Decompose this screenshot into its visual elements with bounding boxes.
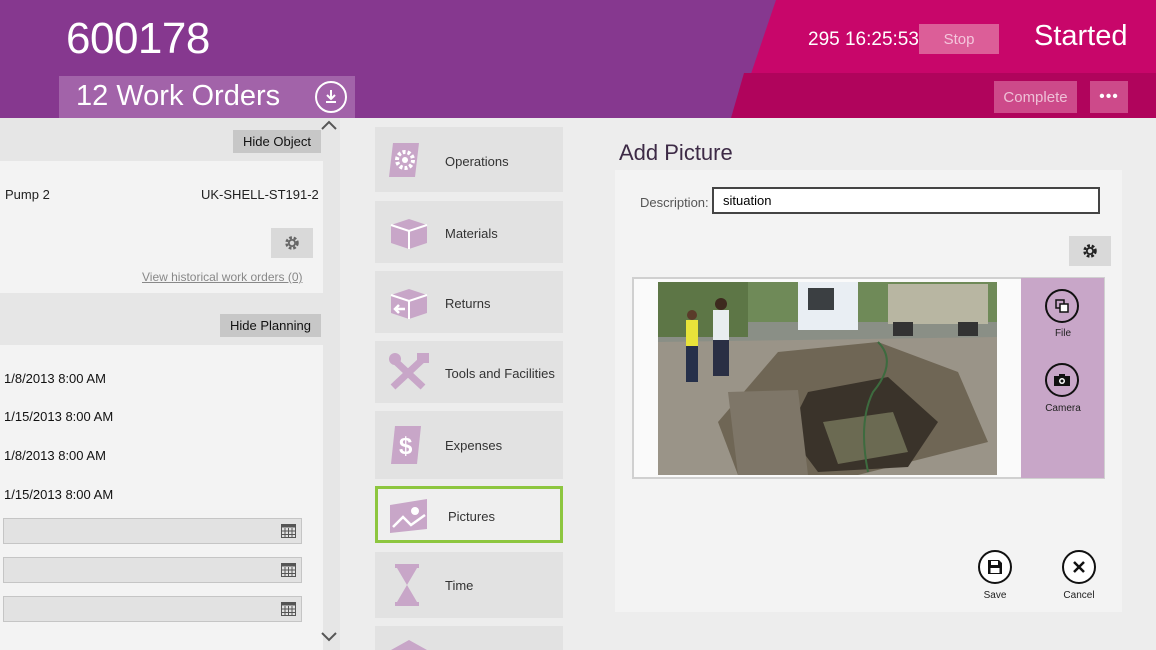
camera-icon (1054, 374, 1070, 386)
planned-date: 1/8/2013 8:00 AM (4, 448, 106, 463)
nav-label: Time (445, 578, 474, 593)
download-icon[interactable] (315, 81, 347, 113)
stop-button[interactable]: Stop (919, 24, 999, 54)
nav-label: Tools and Facilities (445, 366, 555, 381)
tools-icon (389, 353, 429, 390)
nav-returns[interactable]: Returns (375, 271, 563, 333)
nav-label: Expenses (445, 438, 503, 453)
calendar-icon (281, 524, 296, 538)
calendar-icon (281, 563, 296, 577)
save-icon (988, 560, 1002, 574)
date-input[interactable] (3, 518, 302, 544)
description-label: Description: (640, 195, 709, 210)
scroll-down-icon[interactable] (320, 630, 338, 647)
dollar-doc-icon: $ (391, 426, 421, 464)
work-orders-label: 12 Work Orders (76, 80, 281, 112)
elapsed-timer: 295 16:25:53 (808, 29, 919, 50)
nav-operations[interactable]: Operations (375, 127, 563, 192)
add-picture-title: Add Picture (619, 140, 733, 165)
gear-icon (285, 236, 299, 250)
nav-label: Returns (445, 296, 491, 311)
scroll-up-icon[interactable] (320, 118, 338, 135)
description-input[interactable]: situation (712, 187, 1100, 214)
file-copy-icon (1055, 299, 1069, 313)
cancel-label: Cancel (1063, 590, 1095, 601)
camera-label: Camera (1045, 403, 1081, 414)
svg-text:$: $ (399, 433, 413, 460)
nav-time[interactable]: Time (375, 552, 563, 618)
planned-date: 1/15/2013 8:00 AM (4, 409, 114, 424)
historical-work-orders-link[interactable]: View historical work orders (0) (142, 270, 303, 284)
file-label: File (1054, 328, 1072, 339)
planned-date: 1/15/2013 8:00 AM (4, 487, 114, 502)
picture-settings-button[interactable] (1069, 236, 1111, 266)
nav-label: Pictures (448, 509, 495, 524)
work-order-status: Started (1034, 20, 1128, 52)
gear-doc-icon (389, 143, 419, 177)
nav-expenses[interactable]: $ Expenses (375, 411, 563, 479)
complete-button[interactable]: Complete (994, 81, 1077, 113)
picture-icon (390, 499, 427, 533)
nav-label: Operations (445, 154, 509, 169)
file-button[interactable] (1045, 289, 1079, 323)
camera-button[interactable] (1045, 363, 1079, 397)
nav-next-item[interactable] (375, 626, 563, 650)
more-options-button[interactable]: ••• (1090, 81, 1128, 113)
date-input[interactable] (3, 557, 302, 583)
calendar-icon (281, 602, 296, 616)
gear-icon (1083, 244, 1097, 258)
return-box-icon (390, 289, 428, 319)
cancel-button[interactable] (1062, 550, 1096, 584)
object-settings-button[interactable] (271, 228, 313, 258)
hide-planning-button[interactable]: Hide Planning (220, 314, 321, 337)
attached-photo[interactable] (658, 282, 997, 475)
nav-label: Materials (445, 226, 498, 241)
planned-date: 1/8/2013 8:00 AM (4, 371, 106, 386)
box-icon (390, 219, 428, 249)
object-id: UK-SHELL-ST191-2 (201, 187, 319, 202)
save-label: Save (983, 590, 1007, 601)
nav-pictures[interactable]: Pictures (375, 486, 563, 543)
close-icon (1073, 561, 1085, 573)
nav-materials[interactable]: Materials (375, 201, 563, 263)
save-button[interactable] (978, 550, 1012, 584)
nav-tools-and-facilities[interactable]: Tools and Facilities (375, 341, 563, 403)
partial-nav-icon (391, 640, 427, 650)
work-orders-tile[interactable]: 12 Work Orders (59, 76, 355, 118)
object-name: Pump 2 (5, 187, 50, 202)
work-order-number: 600178 (66, 14, 210, 63)
hide-object-button[interactable]: Hide Object (233, 130, 321, 153)
hourglass-icon (395, 564, 419, 606)
date-input[interactable] (3, 596, 302, 622)
